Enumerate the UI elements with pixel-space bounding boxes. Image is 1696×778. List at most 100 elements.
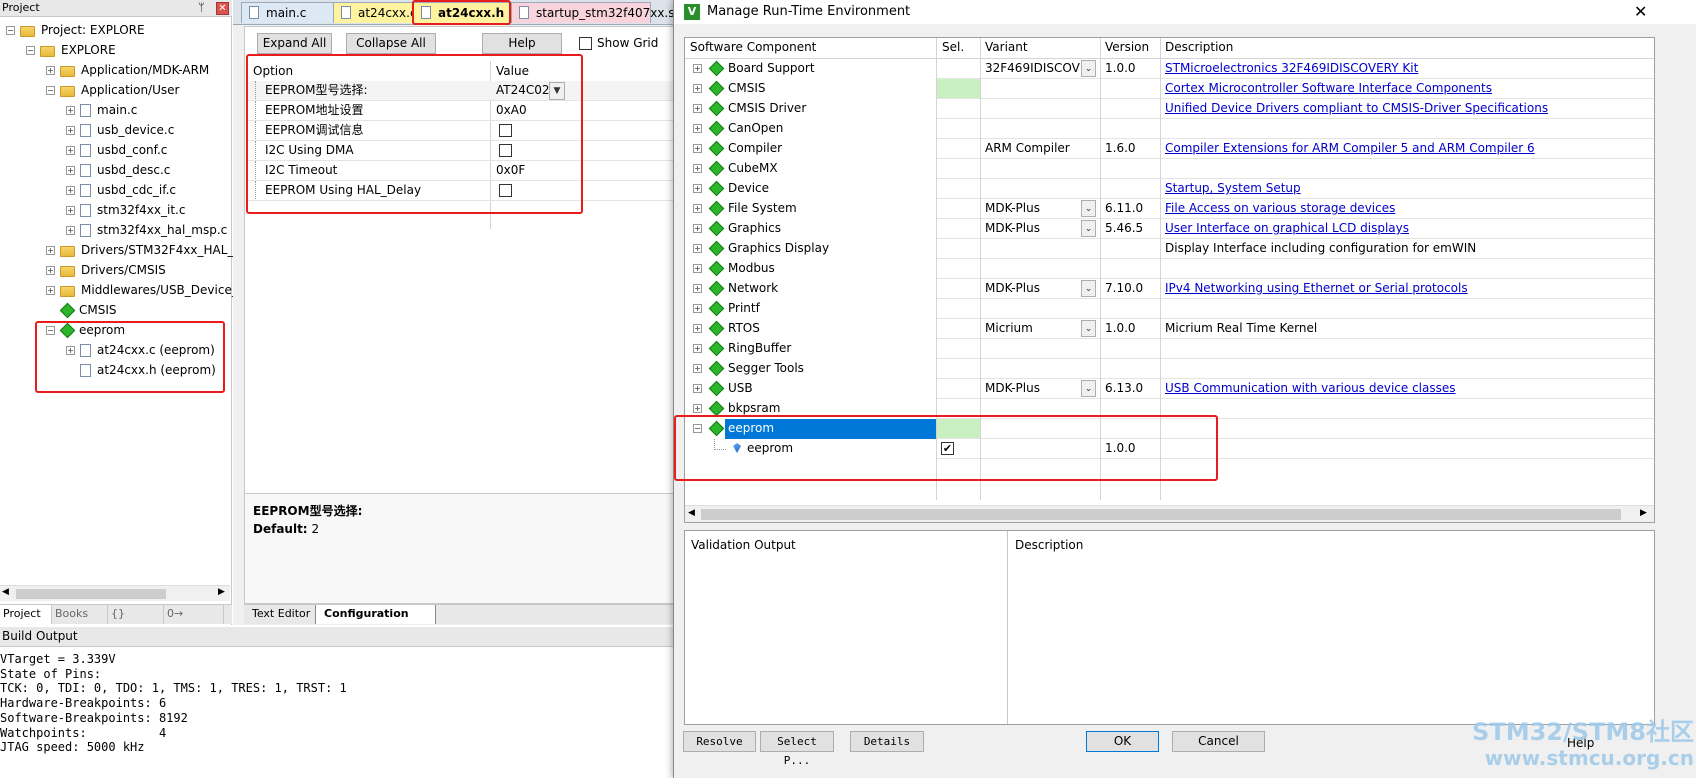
dialog-titlebar[interactable]: V Manage Run-Time Environment ✕ <box>674 0 1696 24</box>
option-row[interactable]: I2C Using DMA <box>247 141 675 161</box>
component-row[interactable]: + Graphics Display Display Interface inclu… <box>685 239 1654 259</box>
chevron-down-icon[interactable]: ⌄ <box>1081 60 1096 77</box>
editor-bottom-tab[interactable]: Text Editor <box>244 605 316 624</box>
component-row[interactable]: + RingBuffer <box>685 339 1654 359</box>
component-row[interactable]: + Network MDK-Plus ⌄ 7.10.0 IPv4 Networking u… <box>685 279 1654 299</box>
component-row[interactable]: + Printf <box>685 299 1654 319</box>
grid-column-header[interactable]: Software Component <box>690 38 816 58</box>
tree-item[interactable]: + usbd_desc.c <box>66 160 170 180</box>
project-bottom-tab[interactable]: Books <box>52 605 108 624</box>
component-variant[interactable]: Micrium <box>985 319 1081 339</box>
component-row[interactable]: + Modbus <box>685 259 1654 279</box>
expand-toggle-icon[interactable]: + <box>46 286 55 295</box>
expand-toggle-icon[interactable]: + <box>66 146 75 155</box>
cancel-button[interactable]: Cancel <box>1172 731 1265 752</box>
tree-item[interactable]: + Drivers/STM32F4xx_HAL_Driv <box>46 240 258 260</box>
editor-tab[interactable]: at24cxx.c <box>333 2 417 23</box>
scroll-left-icon[interactable]: ◀ <box>2 587 9 597</box>
component-description-link[interactable]: IPv4 Networking using Ethernet or Serial… <box>1165 279 1650 299</box>
sel-cell-ok[interactable] <box>937 79 980 98</box>
project-bottom-tab[interactable]: {} Func... <box>108 605 164 638</box>
option-row[interactable]: EEPROM调试信息 <box>247 121 675 141</box>
expand-toggle-icon[interactable]: + <box>46 66 55 75</box>
chevron-down-icon[interactable]: ⌄ <box>1081 220 1096 237</box>
chevron-down-icon[interactable]: ⌄ <box>1081 320 1096 337</box>
option-checkbox[interactable] <box>499 184 512 197</box>
component-row[interactable]: + Segger Tools <box>685 359 1654 379</box>
tree-item[interactable]: at24cxx.h (eeprom) <box>66 360 216 380</box>
tree-item[interactable]: + usbd_conf.c <box>66 140 167 160</box>
expand-toggle-icon[interactable]: + <box>693 104 702 113</box>
editor-tab[interactable]: main.c <box>241 2 336 23</box>
option-checkbox[interactable] <box>499 144 512 157</box>
pin-icon[interactable]: ᛘ <box>198 0 205 16</box>
scroll-thumb[interactable] <box>701 509 1621 520</box>
component-row[interactable]: + CanOpen <box>685 119 1654 139</box>
expand-toggle-icon[interactable]: + <box>46 246 55 255</box>
scroll-right-icon[interactable]: ▶ <box>218 587 225 597</box>
component-variant[interactable]: MDK-Plus <box>985 279 1081 299</box>
component-description-link[interactable]: File Access on various storage devices <box>1165 199 1650 219</box>
tree-item[interactable]: − eeprom <box>46 320 125 340</box>
expand-toggle-icon[interactable]: + <box>66 226 75 235</box>
scroll-right-icon[interactable]: ▶ <box>1640 508 1647 518</box>
ok-button[interactable]: OK <box>1086 731 1159 752</box>
tree-item[interactable]: + Application/MDK-ARM <box>46 60 209 80</box>
component-row[interactable]: + CMSIS Cortex Microcontroller Software In… <box>685 79 1654 99</box>
tree-item[interactable]: CMSIS <box>46 300 117 320</box>
grid-column-header[interactable]: Variant <box>985 38 1028 58</box>
option-checkbox[interactable] <box>499 124 512 137</box>
component-row[interactable]: + File System MDK-Plus ⌄ 6.11.0 File Access o… <box>685 199 1654 219</box>
component-description-link[interactable]: Compiler Extensions for ARM Compiler 5 a… <box>1165 139 1650 159</box>
chevron-down-icon[interactable]: ⌄ <box>1081 280 1096 297</box>
option-row[interactable]: EEPROM地址设置 0xA0 <box>247 101 675 121</box>
resolve-button[interactable]: Resolve <box>683 731 756 752</box>
option-row[interactable]: EEPROM Using HAL_Delay <box>247 181 675 201</box>
component-row[interactable]: + Compiler ARM Compiler 1.6.0 Compiler Exten… <box>685 139 1654 159</box>
option-value[interactable]: 0xA0 <box>496 101 586 121</box>
tree-item[interactable]: + stm32f4xx_hal_msp.c <box>66 220 227 240</box>
tree-item[interactable]: + at24cxx.c (eeprom) <box>66 340 215 360</box>
option-row[interactable]: EEPROM型号选择: AT24C02 ▼ <box>247 81 675 101</box>
chevron-down-icon[interactable]: ⌄ <box>1081 200 1096 217</box>
sel-cell-ok[interactable] <box>937 419 980 438</box>
expand-toggle-icon[interactable]: + <box>693 384 702 393</box>
expand-toggle-icon[interactable]: − <box>46 86 55 95</box>
expand-toggle-icon[interactable]: + <box>693 84 702 93</box>
expand-toggle-icon[interactable]: + <box>693 404 702 413</box>
component-row[interactable]: + Device Startup, System Setup <box>685 179 1654 199</box>
component-description-link[interactable]: Unified Device Drivers compliant to CMSI… <box>1165 99 1650 119</box>
component-variant[interactable]: MDK-Plus <box>985 199 1081 219</box>
component-row[interactable]: − eeprom <box>685 419 1654 439</box>
scroll-thumb[interactable] <box>16 589 166 599</box>
tree-item[interactable]: − EXPLORE <box>26 40 116 60</box>
expand-toggle-icon[interactable]: + <box>46 266 55 275</box>
project-bottom-tab[interactable]: 0→ Temp... <box>164 605 224 638</box>
expand-toggle-icon[interactable]: + <box>66 346 75 355</box>
component-row[interactable]: + bkpsram <box>685 399 1654 419</box>
component-description-link[interactable]: STMicroelectronics 32F469IDISCOVERY Kit <box>1165 59 1650 79</box>
close-icon[interactable]: ✕ <box>216 2 229 15</box>
expand-toggle-icon[interactable]: + <box>693 264 702 273</box>
component-row[interactable]: eeprom ✔ 1.0.0 <box>685 439 1654 459</box>
expand-toggle-icon[interactable]: − <box>46 326 55 335</box>
component-variant[interactable]: MDK-Plus <box>985 379 1081 399</box>
grid-column-header[interactable]: Description <box>1165 38 1233 58</box>
expand-toggle-icon[interactable]: + <box>66 186 75 195</box>
component-description-link[interactable]: Cortex Microcontroller Software Interfac… <box>1165 79 1650 99</box>
expand-toggle-icon[interactable]: + <box>693 204 702 213</box>
show-grid-checkbox[interactable] <box>579 37 592 50</box>
expand-toggle-icon[interactable]: + <box>693 324 702 333</box>
expand-toggle-icon[interactable]: + <box>693 164 702 173</box>
expand-toggle-icon[interactable]: + <box>66 126 75 135</box>
chevron-down-icon[interactable]: ▼ <box>549 82 565 100</box>
component-description-link[interactable]: Startup, System Setup <box>1165 179 1650 199</box>
grid-column-header[interactable]: Sel. <box>942 38 964 58</box>
option-row[interactable]: I2C Timeout 0x0F <box>247 161 675 181</box>
tree-item[interactable]: + main.c <box>66 100 137 120</box>
tree-item[interactable]: + stm32f4xx_it.c <box>66 200 185 220</box>
component-variant[interactable]: MDK-Plus <box>985 219 1081 239</box>
tree-item[interactable]: + usbd_cdc_if.c <box>66 180 176 200</box>
tree-item[interactable]: − Application/User <box>46 80 179 100</box>
expand-toggle-icon[interactable]: + <box>693 284 702 293</box>
